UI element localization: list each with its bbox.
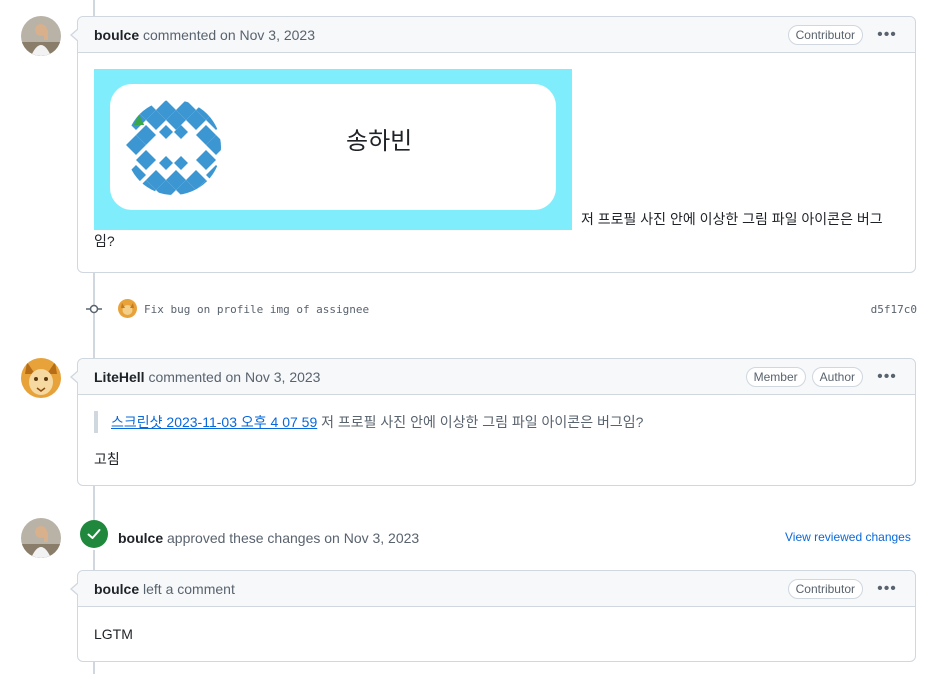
comment-author[interactable]: LiteHell (94, 369, 145, 385)
review-summary: boulce approved these changes on Nov 3, … (118, 529, 419, 547)
timeline-line (93, 550, 95, 570)
comment-timestamp[interactable]: commented on Nov 3, 2023 (143, 27, 315, 43)
identicon-avatar: ▲ (126, 100, 221, 195)
review-action: approved these changes on Nov 3, 2023 (167, 530, 420, 546)
more-options-icon[interactable]: ••• (875, 580, 899, 598)
commit-message[interactable]: Fix bug on profile img of assignee (144, 303, 369, 316)
timeline-line (93, 486, 95, 520)
avatar-boulce[interactable] (21, 16, 61, 56)
comment-text: 고침 (94, 451, 120, 467)
quote-image-link[interactable]: 스크린샷 2023-11-03 오후 4 07 59 (111, 414, 317, 430)
avatar-boulce[interactable] (21, 518, 61, 558)
comment-header: boulce left a comment Contributor ••• (70, 571, 915, 607)
comment-body: LGTM (78, 607, 915, 661)
review-comment-box: boulce left a comment Contributor ••• LG… (70, 570, 916, 662)
approved-check-icon (80, 520, 108, 548)
review-author[interactable]: boulce (118, 530, 163, 546)
comment-author[interactable]: boulce (94, 27, 139, 43)
comment-action: left a comment (143, 580, 235, 597)
comment-author[interactable]: boulce (94, 581, 139, 597)
blockquote: 스크린샷 2023-11-03 오후 4 07 59 저 프로필 사진 안에 이… (94, 411, 899, 433)
more-options-icon[interactable]: ••• (875, 368, 899, 386)
comment-header: LiteHell commented on Nov 3, 2023 Member… (70, 359, 915, 395)
comment-text: LGTM (94, 626, 133, 642)
comment-box-boulce: boulce commented on Nov 3, 2023 Contribu… (70, 16, 916, 273)
view-reviewed-changes-link[interactable]: View reviewed changes (785, 529, 911, 545)
timeline-line (93, 0, 95, 16)
screenshot-image[interactable]: ▲ 송하빈 (94, 69, 572, 230)
quote-text: 저 프로필 사진 안에 이상한 그림 파일 아이콘은 버그임? (317, 414, 644, 430)
avatar-litehell-small[interactable] (118, 299, 137, 318)
comment-header: boulce commented on Nov 3, 2023 Contribu… (70, 17, 915, 53)
commit-icon (86, 302, 102, 314)
author-badge: Author (811, 366, 863, 387)
timeline-line (93, 662, 95, 674)
comment-box-litehell: LiteHell commented on Nov 3, 2023 Member… (70, 358, 916, 486)
comment-timestamp[interactable]: commented on Nov 3, 2023 (148, 369, 320, 385)
commit-sha[interactable]: d5f17c0 (871, 303, 917, 316)
contributor-badge: Contributor (787, 578, 863, 599)
comment-body: ▲ 송하빈 저 프로필 사진 안에 이상한 그림 파일 아이콘은 버그임? (78, 53, 915, 268)
contributor-badge: Contributor (787, 24, 863, 45)
comment-body: 스크린샷 2023-11-03 오후 4 07 59 저 프로필 사진 안에 이… (78, 395, 915, 486)
avatar-litehell[interactable] (21, 358, 61, 398)
broken-image-icon: ▲ (130, 109, 148, 129)
more-options-icon[interactable]: ••• (875, 26, 899, 44)
member-badge: Member (745, 366, 806, 387)
commit-row: Fix bug on profile img of assignee d5f17… (0, 296, 934, 322)
profile-name: 송하빈 (346, 127, 413, 155)
